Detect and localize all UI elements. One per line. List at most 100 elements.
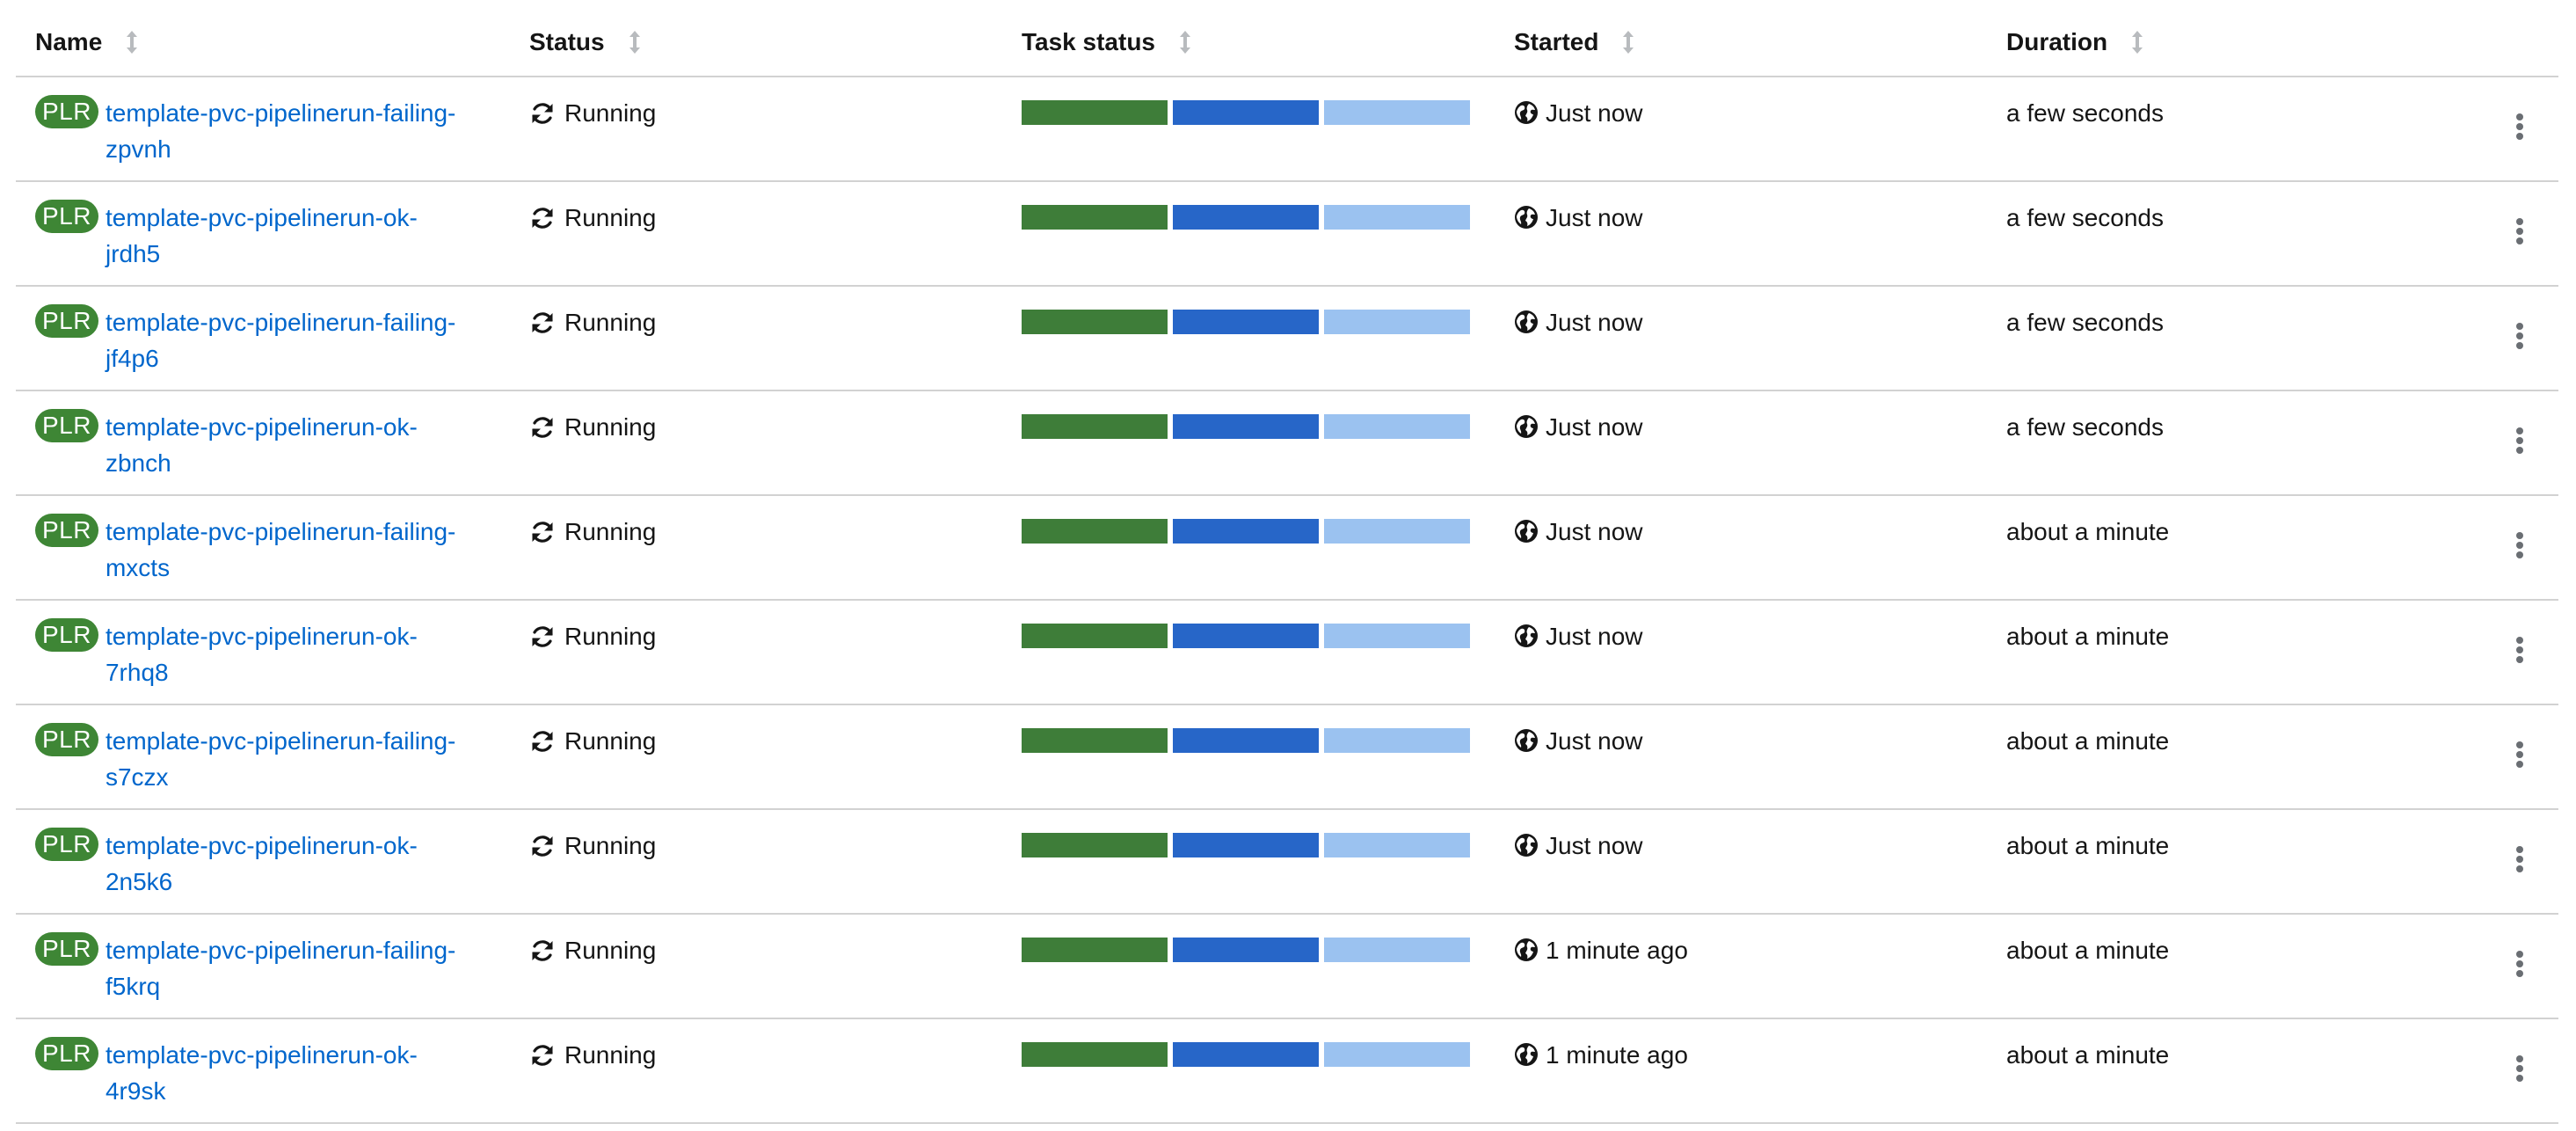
sort-icon[interactable] xyxy=(125,30,139,55)
task-status-cell[interactable] xyxy=(1022,100,1470,125)
task-status-cell[interactable] xyxy=(1022,414,1470,439)
sort-icon[interactable] xyxy=(2130,30,2144,55)
task-status-cell[interactable] xyxy=(1022,310,1470,334)
task-segment-pending xyxy=(1324,100,1470,125)
actions-cell xyxy=(2502,423,2537,458)
kebab-menu-icon[interactable] xyxy=(2502,318,2537,354)
column-header-name[interactable]: Name xyxy=(35,25,139,60)
sync-icon xyxy=(529,414,556,441)
sort-icon[interactable] xyxy=(628,30,642,55)
duration-text: about a minute xyxy=(2006,937,2170,964)
pipelinerun-link[interactable]: template-pvc-pipelinerun-failing- s7czx xyxy=(106,723,510,795)
table-row: PLR template-pvc-pipelinerun-ok- 4r9sk R… xyxy=(16,1019,2558,1124)
task-status-bar[interactable] xyxy=(1022,519,1470,544)
column-header-status[interactable]: Status xyxy=(529,25,642,60)
pipelinerun-name-line2: 7rhq8 xyxy=(105,659,169,686)
pipelinerun-link[interactable]: template-pvc-pipelinerun-failing- f5krq xyxy=(106,932,510,1004)
column-header-label: Name xyxy=(35,28,103,55)
status-text: Running xyxy=(564,99,657,127)
plr-badge: PLR xyxy=(35,304,98,338)
pipelinerun-name-line1: template-pvc-pipelinerun-ok- xyxy=(105,204,418,231)
pipelinerun-name-line2: zpvnh xyxy=(105,135,171,163)
started-cell: Just now xyxy=(1514,618,1643,654)
started-text: Just now xyxy=(1546,99,1643,127)
task-status-bar[interactable] xyxy=(1022,100,1470,125)
pipelinerun-link[interactable]: template-pvc-pipelinerun-ok- 7rhq8 xyxy=(106,618,510,690)
task-segment-running xyxy=(1173,414,1319,439)
duration-cell: about a minute xyxy=(2006,723,2169,759)
duration-cell: a few seconds xyxy=(2006,200,2164,236)
duration-text: a few seconds xyxy=(2006,99,2164,127)
kebab-menu-icon[interactable] xyxy=(2502,842,2537,877)
task-status-cell[interactable] xyxy=(1022,624,1470,648)
started-text: Just now xyxy=(1546,518,1643,545)
sort-icon[interactable] xyxy=(1621,30,1635,55)
sort-icon[interactable] xyxy=(1178,30,1192,55)
started-cell: Just now xyxy=(1514,409,1643,445)
task-status-bar[interactable] xyxy=(1022,938,1470,962)
plr-badge: PLR xyxy=(35,932,98,966)
task-status-bar[interactable] xyxy=(1022,833,1470,857)
task-status-cell[interactable] xyxy=(1022,205,1470,230)
pipelinerun-link[interactable]: template-pvc-pipelinerun-ok- zbnch xyxy=(106,409,510,481)
sync-icon xyxy=(529,938,556,964)
task-segment-succeeded xyxy=(1022,624,1168,648)
task-status-cell[interactable] xyxy=(1022,938,1470,962)
table-row: PLR template-pvc-pipelinerun-ok- 2n5k6 R… xyxy=(16,810,2558,915)
pipelinerun-name-line1: template-pvc-pipelinerun-failing- xyxy=(105,99,456,127)
status-cell: Running xyxy=(529,409,656,445)
kebab-menu-icon[interactable] xyxy=(2502,109,2537,144)
kebab-menu-icon[interactable] xyxy=(2502,737,2537,772)
kebab-menu-icon[interactable] xyxy=(2502,632,2537,668)
kebab-menu-icon[interactable] xyxy=(2502,946,2537,981)
task-segment-running xyxy=(1173,310,1319,334)
column-header-task-status[interactable]: Task status xyxy=(1022,25,1192,60)
kebab-menu-icon[interactable] xyxy=(2502,1051,2537,1086)
task-status-cell[interactable] xyxy=(1022,728,1470,753)
status-cell: Running xyxy=(529,1037,656,1073)
started-text: Just now xyxy=(1546,204,1643,231)
kebab-menu-icon[interactable] xyxy=(2502,214,2537,249)
pipelinerun-link[interactable]: template-pvc-pipelinerun-failing- mxcts xyxy=(106,514,510,586)
pipelinerun-name-line2: 4r9sk xyxy=(105,1077,166,1105)
column-header-started[interactable]: Started xyxy=(1514,25,1635,60)
pipelinerun-link[interactable]: template-pvc-pipelinerun-failing- zpvnh xyxy=(106,95,510,167)
status-cell: Running xyxy=(529,200,656,236)
task-segment-succeeded xyxy=(1022,1042,1168,1067)
task-status-bar[interactable] xyxy=(1022,624,1470,648)
task-segment-pending xyxy=(1324,1042,1470,1067)
duration-text: a few seconds xyxy=(2006,413,2164,441)
task-status-bar[interactable] xyxy=(1022,310,1470,334)
task-segment-pending xyxy=(1324,833,1470,857)
task-segment-running xyxy=(1173,624,1319,648)
pipelinerun-link[interactable]: template-pvc-pipelinerun-ok- 2n5k6 xyxy=(106,828,510,900)
status-text: Running xyxy=(564,937,657,964)
pipelinerun-name-line1: template-pvc-pipelinerun-failing- xyxy=(105,309,456,336)
task-status-bar[interactable] xyxy=(1022,1042,1470,1067)
pipelinerun-link[interactable]: template-pvc-pipelinerun-failing- jf4p6 xyxy=(106,304,510,376)
task-segment-pending xyxy=(1324,624,1470,648)
task-segment-succeeded xyxy=(1022,310,1168,334)
pipelinerun-link[interactable]: template-pvc-pipelinerun-ok- jrdh5 xyxy=(106,200,510,272)
task-segment-running xyxy=(1173,1042,1319,1067)
column-header-label: Status xyxy=(529,28,605,55)
column-header-duration[interactable]: Duration xyxy=(2006,25,2144,60)
task-status-bar[interactable] xyxy=(1022,728,1470,753)
pipelinerun-link[interactable]: template-pvc-pipelinerun-ok- 4r9sk xyxy=(106,1037,510,1109)
pipelinerun-name-line2: 2n5k6 xyxy=(105,868,173,895)
duration-text: about a minute xyxy=(2006,1041,2170,1069)
sync-icon xyxy=(529,519,556,545)
kebab-menu-icon[interactable] xyxy=(2502,528,2537,563)
status-text: Running xyxy=(564,727,657,755)
name-cell: PLR template-pvc-pipelinerun-ok- zbnch xyxy=(35,409,510,481)
kebab-menu-icon[interactable] xyxy=(2502,423,2537,458)
task-status-cell[interactable] xyxy=(1022,519,1470,544)
task-status-bar[interactable] xyxy=(1022,205,1470,230)
task-status-bar[interactable] xyxy=(1022,414,1470,439)
task-status-cell[interactable] xyxy=(1022,833,1470,857)
task-segment-pending xyxy=(1324,414,1470,439)
actions-cell xyxy=(2502,842,2537,877)
started-text: Just now xyxy=(1546,727,1643,755)
task-segment-running xyxy=(1173,833,1319,857)
task-status-cell[interactable] xyxy=(1022,1042,1470,1067)
